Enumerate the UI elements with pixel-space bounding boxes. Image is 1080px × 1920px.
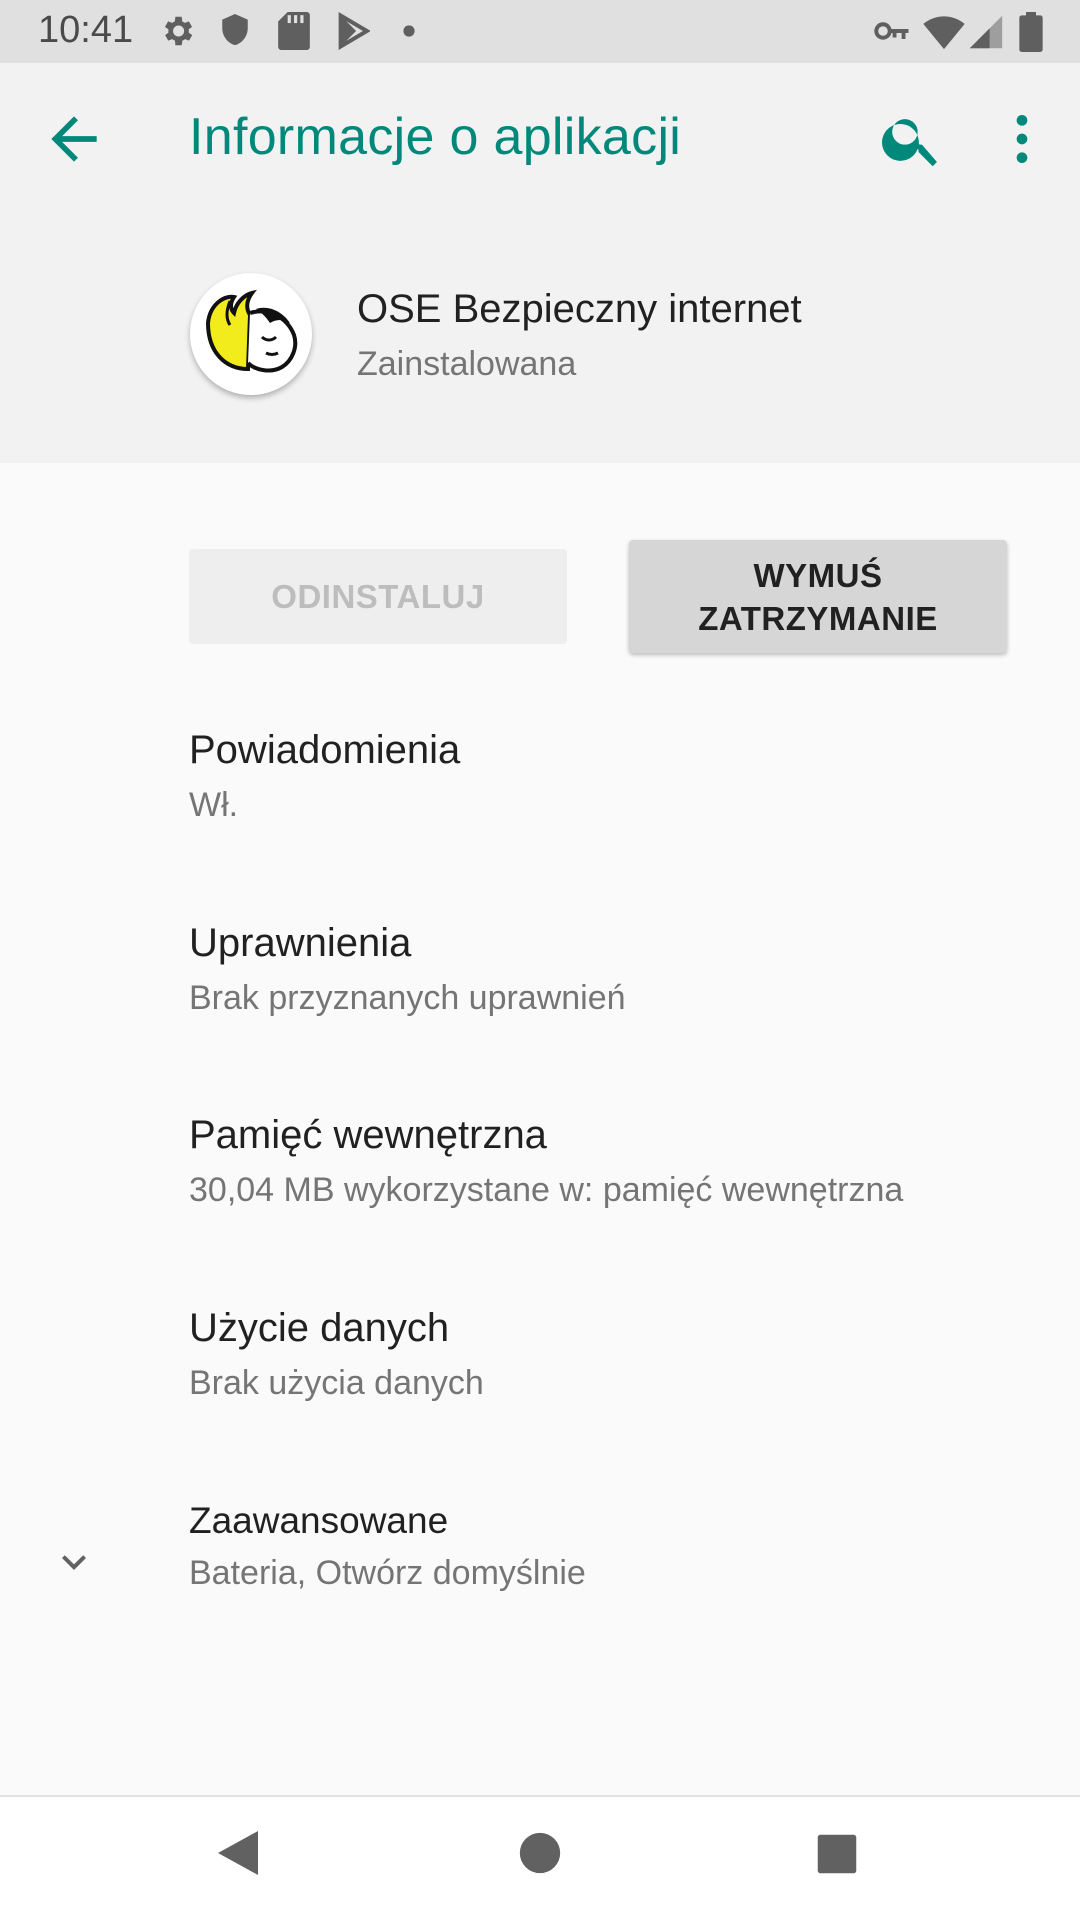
pref-title: Pamięć wewnętrzna: [189, 1113, 547, 1157]
shield-icon: [222, 14, 248, 46]
dot-icon: [403, 25, 415, 37]
pref-permissions[interactable]: Uprawnienia Brak przyznanych uprawnień: [0, 893, 1080, 1043]
force-stop-button-label: WYMUŚ ZATRZYMANIE: [698, 556, 938, 637]
wifi-icon: [923, 16, 965, 50]
more-vert-icon[interactable]: [990, 105, 1054, 173]
status-bar: 10:41: [0, 0, 1080, 63]
pref-title: Uprawnienia: [189, 921, 412, 965]
pref-summary: Brak przyznanych uprawnień: [189, 979, 626, 1017]
pref-data-usage[interactable]: Użycie danych Brak użycia danych: [0, 1278, 1080, 1428]
force-stop-button[interactable]: WYMUŚ ZATRZYMANIE: [629, 540, 1007, 653]
home-circle-icon[interactable]: [518, 1831, 562, 1875]
pref-storage[interactable]: Pamięć wewnętrzna 30,04 MB wykorzystane …: [0, 1085, 1080, 1235]
recents-square-icon[interactable]: [816, 1833, 858, 1875]
pref-summary: Wł.: [189, 786, 239, 824]
vpn-key-icon: [874, 22, 909, 40]
battery-icon: [1019, 12, 1043, 52]
ose-logo-icon: [191, 274, 311, 394]
uninstall-button[interactable]: ODINSTALUJ: [189, 549, 567, 644]
signal-icon: [969, 15, 1003, 49]
pref-title: Powiadomienia: [189, 728, 461, 772]
app-info-screen: 10:41 Informacje o aplikacji OSE Bezpiec…: [0, 0, 1080, 1920]
status-time: 10:41: [38, 9, 134, 51]
pref-summary: Brak użycia danych: [189, 1364, 484, 1402]
pref-notifications[interactable]: Powiadomienia Wł.: [0, 700, 1080, 850]
pref-title: Zaawansowane: [189, 1500, 449, 1541]
pref-advanced[interactable]: Zaawansowane Bateria, Otwórz domyślnie: [0, 1478, 1080, 1628]
back-arrow-icon[interactable]: [40, 105, 108, 173]
uninstall-button-label: ODINSTALUJ: [271, 577, 485, 615]
app-name: OSE Bezpieczny internet: [357, 287, 802, 331]
settings-gear-icon: [164, 16, 193, 46]
page-title: Informacje o aplikacji: [189, 108, 682, 166]
pref-summary: Bateria, Otwórz domyślnie: [189, 1554, 586, 1592]
chevron-down-icon: [62, 1555, 86, 1570]
back-triangle-icon[interactable]: [214, 1827, 262, 1879]
sd-card-icon: [278, 12, 310, 50]
play-store-icon: [338, 12, 370, 50]
app-install-status: Zainstalowana: [357, 345, 577, 383]
pref-title: Użycie danych: [189, 1306, 450, 1350]
pref-summary: 30,04 MB wykorzystane w: pamięć wewnętrz…: [189, 1171, 904, 1209]
app-bar: Informacje o aplikacji OSE Bezpieczny in…: [0, 63, 1080, 463]
search-icon[interactable]: [878, 105, 946, 173]
navigation-bar: [0, 1795, 1080, 1920]
app-icon: [190, 273, 312, 395]
